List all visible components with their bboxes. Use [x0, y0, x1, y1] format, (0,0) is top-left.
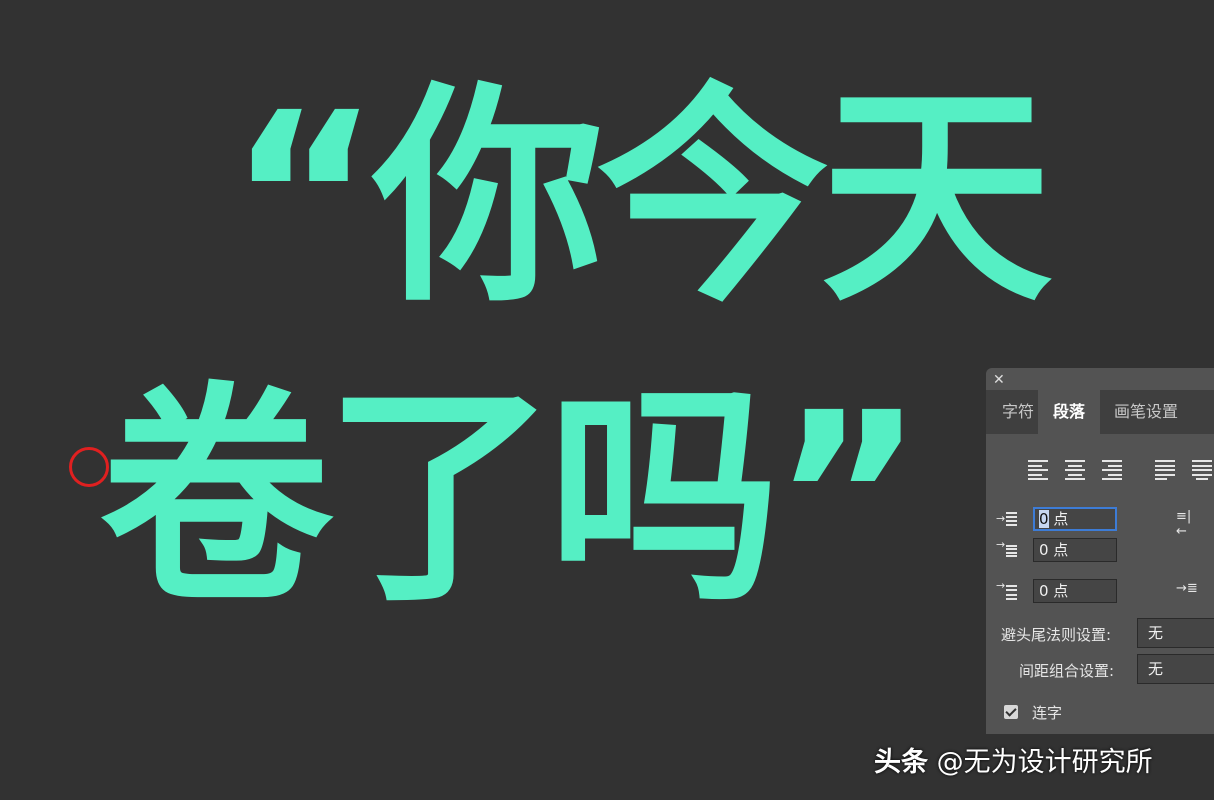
kinsoku-label: 避头尾法则设置: [1001, 626, 1112, 644]
mojikumi-select[interactable]: 无 [1137, 654, 1214, 684]
kinsoku-row: 避头尾法则设置: 无 [986, 618, 1214, 648]
left-indent-unit: 点 [1053, 510, 1069, 528]
alignment-buttons [1024, 456, 1214, 484]
align-right-icon[interactable] [1102, 460, 1122, 480]
first-line-indent-icon: → [996, 538, 1018, 559]
panel-tabs: 字符 段落 画笔设置 [986, 390, 1214, 434]
justify-last-left-icon[interactable] [1155, 460, 1175, 480]
tab-paragraph[interactable]: 段落 [1038, 390, 1100, 434]
hyphenate-checkbox[interactable] [1004, 705, 1018, 719]
left-indent-input[interactable]: 0 点 [1033, 507, 1117, 531]
align-center-icon[interactable] [1065, 460, 1085, 480]
justify-last-center-icon[interactable] [1192, 460, 1212, 480]
left-indent-icon: → [996, 510, 1018, 528]
headline-line-2: 卷了吗” [100, 363, 924, 633]
right-indent-icon: ≡|← [1176, 509, 1192, 539]
headline-line-1: “你今天 [228, 63, 1052, 333]
left-indent-value: 0 [1039, 510, 1049, 528]
align-left-icon[interactable] [1028, 460, 1048, 480]
watermark-handle: @无为设计研究所 [936, 747, 1153, 778]
space-before-row: → 0 点 →≣ [986, 577, 1214, 605]
mojikumi-label: 间距组合设置: [1019, 662, 1115, 680]
watermark: 头条 @无为设计研究所 [874, 740, 1153, 779]
hyphenate-label: 连字 [1032, 704, 1063, 722]
left-indent-row: → 0 点 ≡|← [986, 505, 1214, 539]
space-after-icon: →≣ [1176, 581, 1198, 596]
tab-brush-settings[interactable]: 画笔设置 [1114, 390, 1214, 434]
kinsoku-select[interactable]: 无 [1137, 618, 1214, 648]
first-line-indent-row: → 0 点 [986, 536, 1214, 564]
space-before-input[interactable]: 0 点 [1033, 579, 1117, 603]
paragraph-panel: ✕ 字符 段落 画笔设置 → 0 点 ≡|← → 0 点 → 0 点 →≣ 避头… [986, 368, 1214, 734]
space-before-icon: → [996, 579, 1018, 600]
first-line-indent-input[interactable]: 0 点 [1033, 538, 1117, 562]
watermark-brand: 头条 [874, 747, 928, 778]
mojikumi-row: 间距组合设置: 无 [986, 654, 1214, 684]
align-center-highlight-circle [69, 447, 109, 487]
close-icon[interactable]: ✕ [993, 372, 1005, 388]
